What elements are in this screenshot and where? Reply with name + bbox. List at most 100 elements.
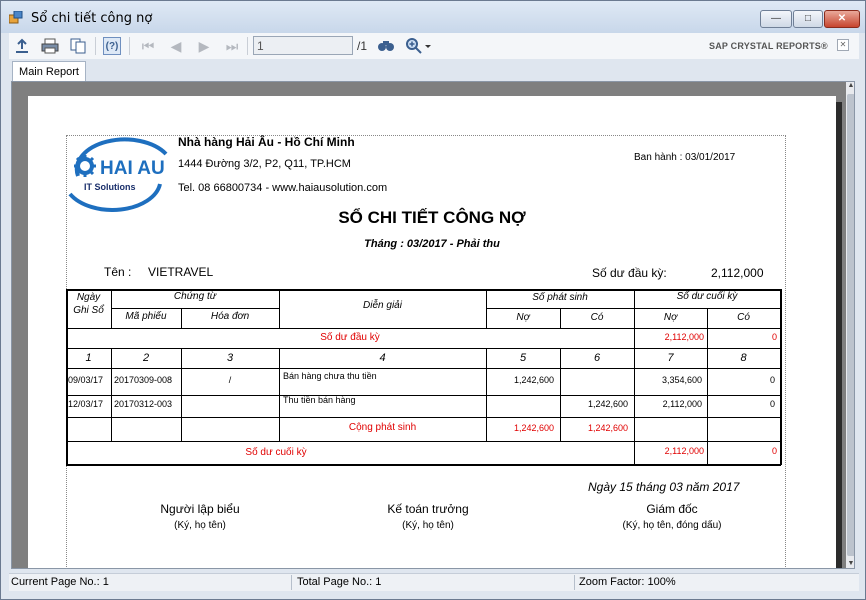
next-page-icon[interactable]: ▶ [195,37,213,55]
opening-balance-label: Số dư đầu kỳ: [592,266,667,280]
row2-voucher: 20170312-003 [114,399,173,409]
col-number: 3 [226,352,234,364]
header-debit: Nợ [516,312,530,323]
report-page: HAI AU IT Solutions Nhà hàng Hải Âu - Hồ… [28,96,836,568]
table-line [66,348,781,349]
help-icon[interactable]: (?) [103,37,121,55]
table-line [66,368,781,369]
table-line [111,308,279,309]
header-description: Diễn giải [363,300,402,311]
row1-voucher: 20170309-008 [114,375,173,385]
copy-icon[interactable] [69,37,87,55]
window-title: Sổ chi tiết công nợ [31,11,153,26]
page-number-input[interactable] [253,36,353,55]
status-divider [291,575,292,590]
header-closing: Số dư cuối kỳ [676,291,738,302]
total-row-label: Cộng phát sinh [348,422,417,433]
header-voucher-no: Mã phiếu [125,311,167,322]
signature-chief-accountant: Kế toán trưởng [387,502,469,516]
row1-description: Bán hàng chưa thu tiền [283,371,377,381]
zoom-icon[interactable] [405,37,433,55]
col-number: 4 [379,352,386,364]
col-number: 1 [85,352,92,364]
signature-director-note: (Ký, họ tên, đóng dấu) [622,520,722,531]
brand-label: SAP CRYSTAL REPORTS® [709,41,828,51]
opening-row-debit: 2,112,000 [664,332,704,342]
header-closing-debit: Nợ [663,312,678,323]
logo-main-text: HAI AU [100,158,165,179]
signature-chief-accountant-note: (Ký, họ tên) [402,520,454,531]
company-address: 1444 Đường 3/2, P2, Q11, TP.HCM [178,158,351,170]
header-credit: Có [590,312,604,323]
table-line [66,417,781,418]
table-line [66,464,781,466]
report-toolbar: (?) ⏮ ◀ ▶ ⏭ /1 SAP CRYSTAL REPORTS® ✕ [9,33,859,59]
minimize-button[interactable]: — [760,10,792,28]
status-current-page: Current Page No.: 1 [11,576,109,588]
total-row-credit: 1,242,600 [587,423,628,433]
closing-row-credit: 0 [771,446,777,456]
row2-balance-credit: 0 [769,399,775,409]
first-page-icon[interactable]: ⏮ [139,37,157,55]
col-number: 7 [667,352,674,364]
print-icon[interactable] [41,37,59,55]
signature-director: Giám đốc [646,502,698,516]
header-date-2: Ghi Sổ [73,305,104,316]
opening-row-label: Số dư đầu kỳ [320,332,380,343]
page-total-label: /1 [357,39,368,53]
close-button[interactable]: ✕ [824,10,860,28]
previous-page-icon[interactable]: ◀ [167,37,185,55]
col-number: 2 [142,352,150,364]
total-row-debit: 1,242,600 [513,423,554,433]
logo-sub-text: IT Solutions [84,182,136,192]
closing-row-debit: 2,112,000 [664,446,704,456]
scroll-up-icon[interactable]: ▲ [846,82,854,92]
row1-balance-debit: 3,354,600 [661,375,702,385]
opening-balance-value: 2,112,000 [711,266,764,280]
table-line [66,328,781,329]
header-voucher: Chứng từ [173,291,217,302]
header-arising: Số phát sinh [532,292,588,303]
close-report-button[interactable]: ✕ [837,39,849,51]
toolbar-separator [95,37,96,55]
row1-balance-credit: 0 [769,375,775,385]
signature-preparer: Người lập biểu [160,502,240,516]
toolbar-separator [129,37,130,55]
status-zoom: Zoom Factor: 100% [579,576,676,588]
col-number: 8 [740,352,747,364]
signature-preparer-note: (Ký, họ tên) [174,520,226,531]
tab-main-report[interactable]: Main Report [12,61,86,82]
company-logo: HAI AU IT Solutions [68,137,168,212]
col-number: 6 [593,352,601,364]
maximize-button[interactable]: □ [793,10,823,28]
status-total-page: Total Page No.: 1 [297,576,382,588]
header-date: Ngày [76,292,101,303]
row1-invoice: / [228,375,232,385]
scrollbar-thumb[interactable] [847,94,854,556]
export-icon[interactable] [13,37,31,55]
row2-date: 12/03/17 [68,399,104,409]
row2-credit: 1,242,600 [587,399,628,409]
report-title: SỔ CHI TIẾT CÔNG NỢ [338,208,526,227]
vertical-scrollbar[interactable]: ▲ ▼ [846,82,854,568]
col-number: 5 [519,352,527,364]
company-phone: Tel. 08 66800734 - www.haiausolution.com [178,182,388,194]
table-line [780,289,782,465]
row1-debit: 1,242,600 [513,375,554,385]
title-bar: Sổ chi tiết công nợ — □ ✕ [1,1,865,33]
customer-name-label: Tên : [104,265,132,279]
table-line [66,395,781,396]
find-icon[interactable] [377,37,395,55]
report-subtitle: Tháng : 03/2017 - Phải thu [364,238,500,250]
report-date: Ngày 15 tháng 03 năm 2017 [588,480,740,494]
company-name: Nhà hàng Hải Âu - Hồ Chí Minh [178,135,355,149]
toolbar-separator [247,37,248,55]
row2-description: Thu tiền bán hàng [283,395,356,405]
header-closing-credit: Có [737,312,750,323]
last-page-icon[interactable]: ⏭ [223,37,241,55]
customer-name-value: VIETRAVEL [148,265,214,279]
app-icon [9,11,23,24]
scroll-down-icon[interactable]: ▼ [846,560,854,568]
closing-row-label: Số dư cuối kỳ [245,447,307,458]
report-viewer: HAI AU IT Solutions Nhà hàng Hải Âu - Hồ… [11,81,855,569]
